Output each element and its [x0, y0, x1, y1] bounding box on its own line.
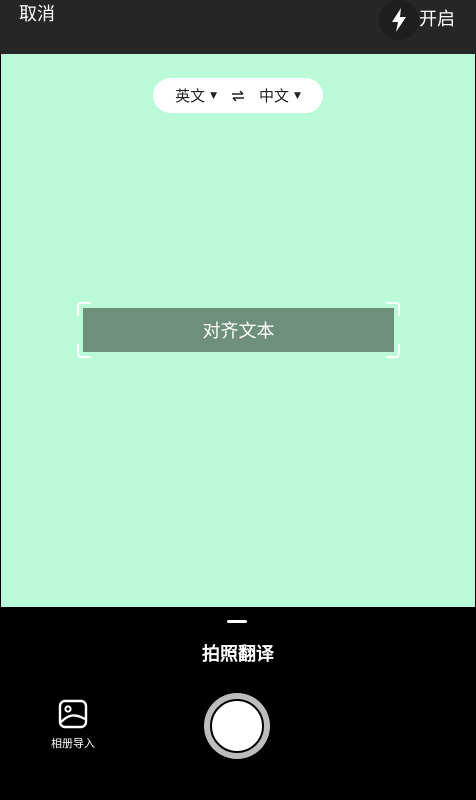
- caret-down-icon: ▼: [294, 90, 301, 101]
- album-import-label: 相册导入: [51, 737, 95, 750]
- shutter-inner: [210, 699, 264, 753]
- swap-arrows-icon: [232, 89, 244, 102]
- language-selector: 英文 ▼ 中文 ▼: [153, 78, 323, 113]
- bottom-panel: 拍照翻译 相册导入: [0, 607, 476, 800]
- source-language-label: 英文: [175, 87, 206, 105]
- mode-title: 拍照翻译: [202, 644, 274, 665]
- drag-handle[interactable]: [227, 620, 247, 623]
- text-alignment-frame: 对齐文本: [77, 302, 400, 358]
- target-language-dropdown[interactable]: 中文 ▼: [259, 85, 301, 106]
- flash-toggle[interactable]: 开启: [379, 0, 455, 40]
- shutter-button[interactable]: [204, 693, 270, 759]
- album-import-button[interactable]: 相册导入: [43, 699, 103, 751]
- swap-languages-button[interactable]: [231, 89, 245, 102]
- cancel-button[interactable]: 取消: [19, 3, 55, 27]
- camera-viewfinder[interactable]: 英文 ▼ 中文 ▼ 对齐文本: [0, 54, 476, 607]
- flash-label: 开启: [419, 9, 455, 30]
- flash-button[interactable]: [379, 0, 419, 40]
- caret-down-icon: ▼: [210, 90, 217, 101]
- top-bar: 取消 开启: [0, 0, 476, 54]
- image-icon: [58, 699, 88, 729]
- source-language-dropdown[interactable]: 英文 ▼: [175, 85, 217, 106]
- target-language-label: 中文: [259, 87, 290, 105]
- align-text-hint: 对齐文本: [83, 308, 394, 352]
- lightning-icon: [392, 8, 406, 32]
